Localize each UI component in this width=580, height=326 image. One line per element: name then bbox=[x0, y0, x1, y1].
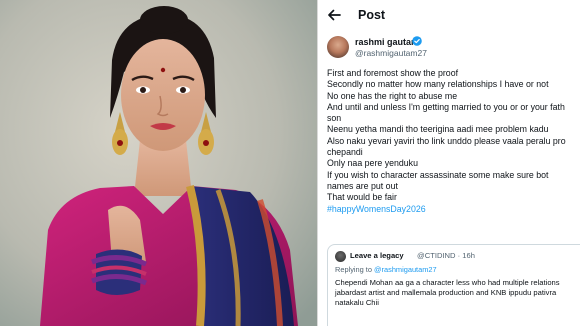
post-text-line: Secondly no matter how many relationship… bbox=[327, 79, 549, 90]
page-title: Post bbox=[358, 8, 386, 22]
post-text-line: Only naa pere yenduku bbox=[327, 158, 418, 169]
woman-portrait-illustration bbox=[0, 0, 317, 326]
quoted-text-line: Chependi Mohan aa ga a character less wh… bbox=[335, 278, 560, 287]
post-panel: Post rashmi gautam @rashmigautam27 First… bbox=[318, 0, 580, 326]
post-text-line: No one has the right to abuse me bbox=[327, 90, 458, 101]
author-avatar[interactable] bbox=[327, 36, 349, 58]
quoted-author-avatar[interactable] bbox=[335, 251, 346, 262]
replying-to-label: Replying to bbox=[335, 265, 372, 274]
author-handle[interactable]: @rashmigautam27 bbox=[355, 48, 427, 58]
post-text-line: names are put out bbox=[327, 180, 398, 191]
back-arrow-icon[interactable] bbox=[326, 7, 342, 23]
post-text-line: That would be fair bbox=[327, 192, 397, 203]
post-text-line: son bbox=[327, 113, 342, 124]
replying-to-line: Replying to @rashmigautam27 bbox=[335, 265, 437, 274]
post-text-line: And until and unless I'm getting married… bbox=[327, 101, 565, 112]
quoted-author-handle-time: @CTIDIND · 16h bbox=[417, 251, 475, 260]
post-text-line: Also naku yevari yaviri tho link unddo p… bbox=[327, 135, 566, 146]
post-text-line: First and foremost show the proof bbox=[327, 68, 459, 78]
post-topbar: Post bbox=[318, 0, 580, 30]
news-photo bbox=[0, 0, 317, 326]
quoted-post-text: Chependi Mohan aa ga a character less wh… bbox=[335, 278, 580, 307]
hashtag-link[interactable]: #happyWomensDay2026 bbox=[327, 204, 580, 215]
quoted-post-card[interactable]: Leave a legacy @CTIDIND · 16h Replying t… bbox=[327, 244, 580, 326]
author-display-name[interactable]: rashmi gautam bbox=[355, 37, 419, 47]
replying-to-mention[interactable]: @rashmigautam27 bbox=[374, 265, 437, 274]
post-body: First and foremost show the proof Second… bbox=[327, 68, 580, 215]
post-text-line: chepandi bbox=[327, 147, 363, 158]
post-text-line: Neenu yetha mandi tho teerigina aadi mee… bbox=[327, 124, 549, 135]
quoted-text-line: natakalu Chii bbox=[335, 297, 379, 307]
quoted-author-name[interactable]: Leave a legacy bbox=[350, 251, 404, 260]
verified-badge-icon bbox=[412, 36, 422, 46]
quoted-text-line: jabardast artist and mallemala productio… bbox=[335, 287, 557, 297]
post-text-line: If you wish to character assassinate som… bbox=[327, 169, 549, 180]
